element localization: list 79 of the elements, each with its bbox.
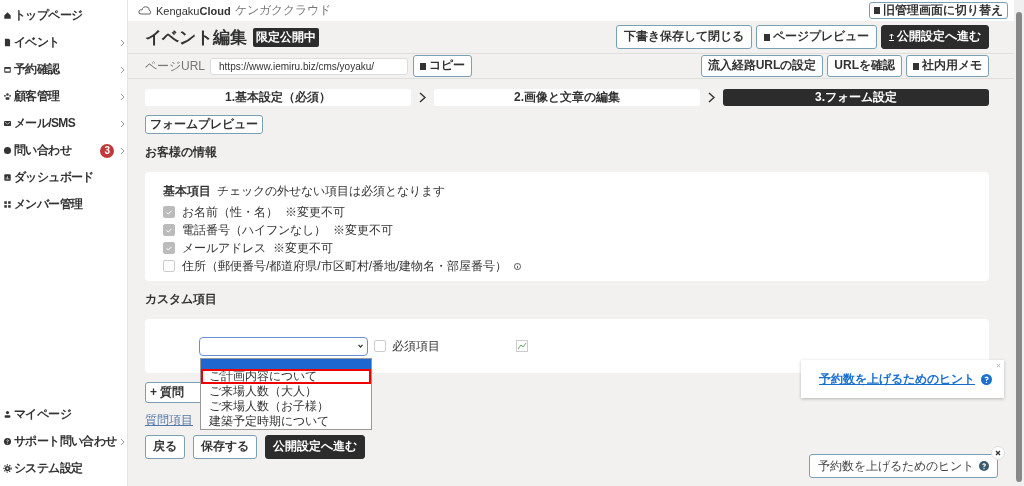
cloud-logo-icon bbox=[138, 6, 152, 15]
document-icon bbox=[874, 7, 880, 14]
document-icon bbox=[764, 33, 770, 41]
sidebar-item[interactable]: ダッシュボード bbox=[0, 164, 127, 191]
field-label: 電話番号（ハイフンなし） bbox=[182, 221, 326, 239]
hint-link[interactable]: 予約数を上げるためのヒント bbox=[819, 370, 975, 388]
home-icon bbox=[3, 11, 12, 20]
sidebar-item[interactable]: イベント bbox=[0, 29, 127, 56]
sidebar-item[interactable]: 問い合わせ 3 bbox=[0, 137, 127, 164]
field-note: ※変更不可 bbox=[333, 221, 393, 239]
field-label: 住所（郵便番号/都道府県/市区町村/番地/建物名・部屋番号） bbox=[182, 257, 508, 275]
grid-icon bbox=[3, 200, 12, 209]
check-icon bbox=[166, 227, 172, 233]
person-icon bbox=[3, 410, 12, 419]
sidebar-item[interactable]: メンバー管理 bbox=[0, 191, 127, 218]
action-button[interactable]: 公開設定へ進む bbox=[881, 25, 989, 49]
help-icon bbox=[979, 461, 989, 471]
document-icon bbox=[913, 62, 919, 70]
footer-button[interactable]: 保存する bbox=[193, 435, 257, 459]
checkbox-label: 必須項目 bbox=[392, 337, 440, 355]
copy-button[interactable]: コピー bbox=[413, 55, 472, 77]
caret-icon bbox=[358, 344, 363, 349]
gear-icon bbox=[3, 464, 12, 473]
notification-badge: 3 bbox=[100, 143, 114, 158]
sidebar-item[interactable]: システム設定 bbox=[0, 455, 127, 482]
field-note: ※変更不可 bbox=[273, 239, 333, 257]
url-field[interactable]: https://www.iemiru.biz/cms/yoyaku/ bbox=[210, 57, 408, 75]
action-button[interactable]: ページプレビュー bbox=[756, 25, 877, 49]
field-note: ※変更不可 bbox=[285, 203, 345, 221]
section-heading: カスタム項目 bbox=[145, 291, 218, 309]
step-tab[interactable]: 3.フォーム設定 bbox=[723, 89, 989, 106]
sidebar-item[interactable]: 予約確認 bbox=[0, 56, 127, 83]
chart-icon bbox=[3, 173, 12, 182]
logo-text: KengakuCloud bbox=[156, 4, 231, 17]
upload-icon bbox=[889, 33, 894, 41]
copy-icon bbox=[420, 62, 426, 70]
hint-button[interactable]: 予約数を上げるためのヒント bbox=[809, 454, 998, 478]
action-button[interactable]: 下書き保存して閉じる bbox=[616, 25, 752, 49]
sidebar-item[interactable]: メール/SMS bbox=[0, 110, 127, 137]
scrollbar-thumb[interactable] bbox=[1016, 12, 1022, 482]
checkbox[interactable] bbox=[374, 340, 386, 353]
help-icon bbox=[981, 373, 992, 385]
check-icon bbox=[166, 209, 172, 215]
checkbox[interactable] bbox=[163, 260, 175, 273]
page-title: イベント編集 bbox=[145, 26, 247, 49]
sidebar-item[interactable]: トップページ bbox=[0, 2, 127, 29]
logo-subtitle: ケンガククラウド bbox=[234, 2, 331, 19]
group-title: 基本項目 bbox=[163, 183, 211, 201]
url-action-button[interactable]: URLを確認 bbox=[827, 55, 902, 77]
step-tab[interactable]: 1.基本設定（必須） bbox=[145, 89, 411, 106]
url-action-button[interactable]: 社内用メモ bbox=[906, 55, 989, 77]
sidebar-item[interactable]: 顧客管理 bbox=[0, 83, 127, 110]
document-icon bbox=[3, 38, 12, 47]
field-label: お名前（性・名） bbox=[182, 203, 278, 221]
question-link[interactable]: 質問項目 bbox=[145, 412, 193, 430]
status-badge: 限定公開中 bbox=[253, 27, 319, 47]
sidebar-item[interactable]: サポート問い合わせ bbox=[0, 428, 127, 455]
footer-button[interactable]: 公開設定へ進む bbox=[265, 435, 365, 459]
step-tab[interactable]: 2.画像と文章の編集 bbox=[434, 89, 700, 106]
envelope-icon bbox=[3, 119, 12, 128]
chevron-icon bbox=[708, 92, 715, 103]
field-label: メールアドレス bbox=[182, 239, 266, 257]
people-icon bbox=[3, 92, 12, 101]
dropdown-option[interactable]: 建築予定時期について bbox=[201, 413, 371, 429]
chat-icon bbox=[3, 146, 12, 155]
url-label: ページURL bbox=[145, 57, 205, 75]
form-preview-button[interactable]: フォームプレビュー bbox=[145, 115, 263, 135]
url-action-button[interactable]: 流入経路URLの設定 bbox=[700, 55, 824, 77]
sidebar-item[interactable]: マイページ bbox=[0, 401, 127, 428]
section-heading: お客様の情報 bbox=[145, 144, 218, 162]
calendar-icon bbox=[3, 65, 12, 74]
chevron-icon bbox=[419, 92, 426, 103]
help-icon bbox=[3, 437, 12, 446]
broken-image-icon bbox=[516, 340, 528, 353]
switch-button[interactable]: 旧管理画面に切り替え bbox=[869, 1, 1008, 20]
group-note: チェックの外せない項目は必須となります bbox=[217, 183, 445, 201]
footer-button[interactable]: 戻る bbox=[145, 435, 185, 459]
highlighted-option[interactable] bbox=[201, 358, 371, 369]
check-icon bbox=[166, 245, 172, 251]
